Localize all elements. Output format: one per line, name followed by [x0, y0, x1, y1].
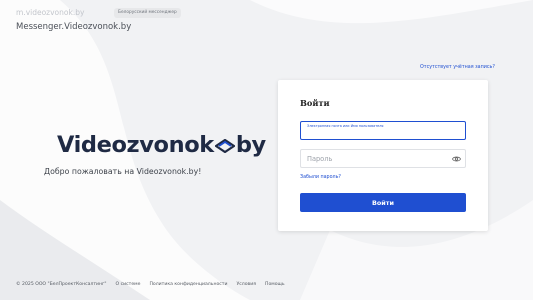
email-field[interactable]: Электронная почта или Имя пользователя	[300, 121, 466, 140]
region-badge: Белорусский мессенджер	[114, 8, 181, 18]
logo-diamond-icon	[214, 139, 235, 153]
footer-link-privacy[interactable]: Политика конфиденциальности	[149, 282, 227, 287]
email-input[interactable]	[306, 130, 456, 138]
logo-text-right: by	[235, 132, 266, 158]
eye-icon[interactable]	[452, 155, 461, 163]
password-field[interactable]	[300, 149, 466, 168]
forgot-password-link[interactable]: Забыли пароль?	[300, 175, 341, 180]
site-url: m.videozvonok.by	[16, 8, 85, 17]
welcome-text: Добро пожаловать на Videozvonok.by!	[44, 167, 202, 176]
footer-link-help[interactable]: Помощь	[265, 282, 285, 287]
site-title: Messenger.Videozvonok.by	[16, 22, 132, 32]
footer-link-terms[interactable]: Условия	[236, 282, 256, 287]
brand-logo: Videozvonok by	[57, 132, 266, 158]
no-account-link[interactable]: Отсутствует учётная запись?	[420, 65, 495, 70]
logo-text-left: Videozvonok	[57, 132, 214, 158]
email-label: Электронная почта или Имя пользователя	[307, 123, 384, 128]
login-title: Войти	[300, 98, 330, 108]
password-input[interactable]	[307, 154, 447, 164]
footer-copyright: © 2025 ООО "БелПроектКонсалтинг"	[16, 282, 107, 287]
login-card: Войти Электронная почта или Имя пользова…	[278, 80, 488, 231]
footer: © 2025 ООО "БелПроектКонсалтинг" О систе…	[16, 282, 285, 287]
footer-link-about[interactable]: О системе	[116, 282, 141, 287]
login-button[interactable]: Войти	[300, 193, 466, 212]
